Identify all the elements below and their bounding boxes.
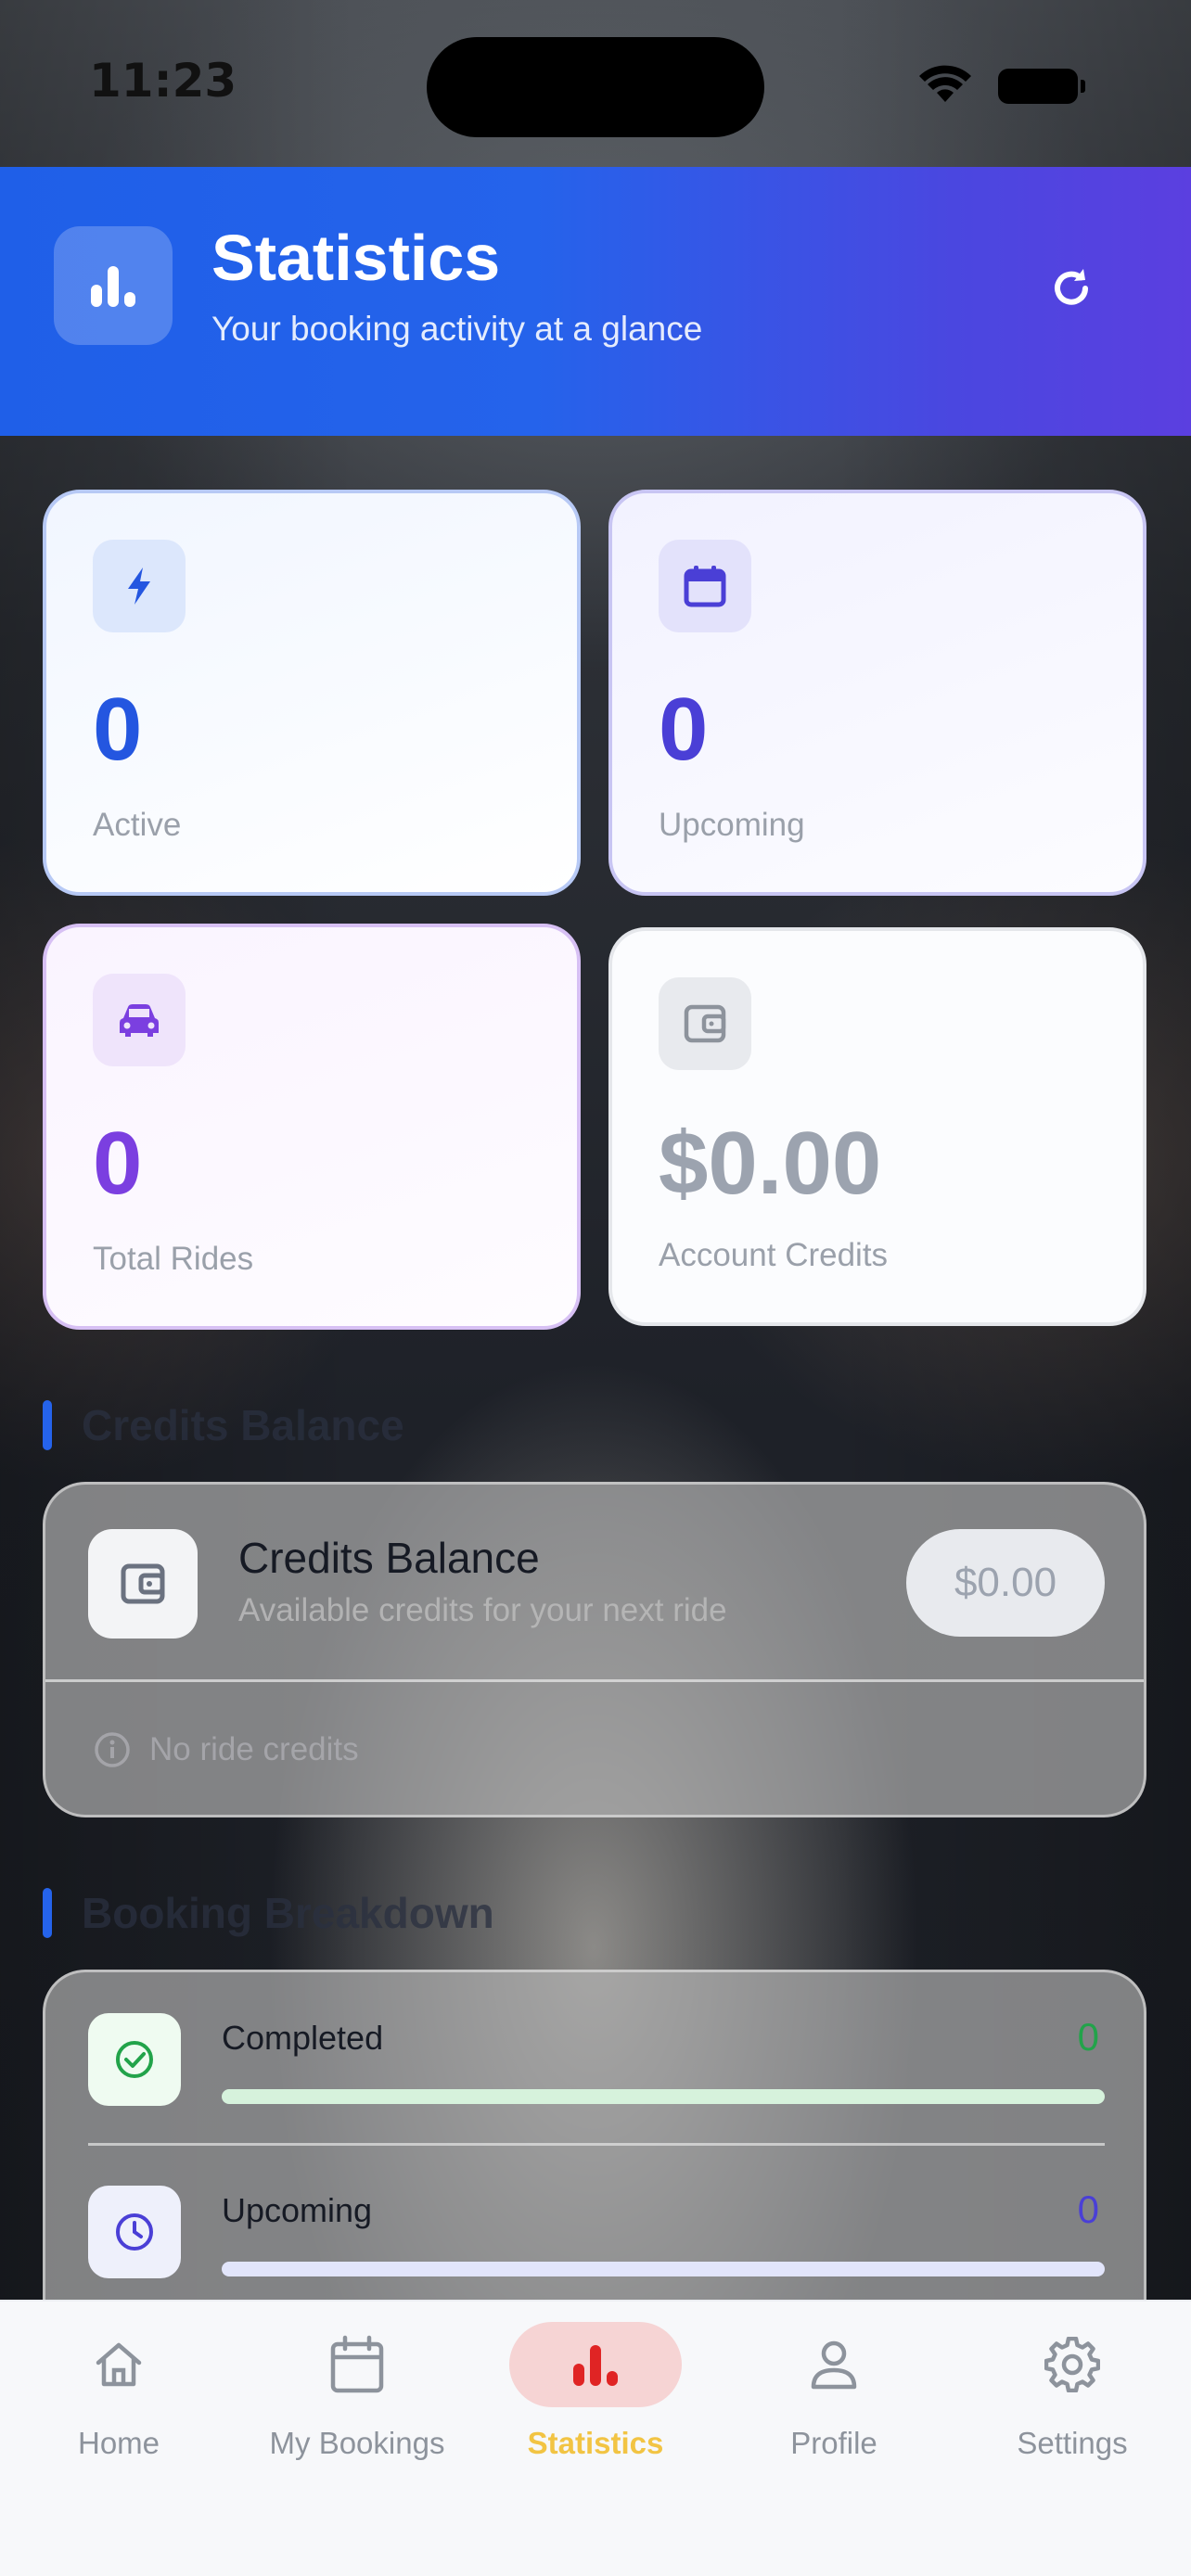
- clock-icon: [88, 2186, 181, 2278]
- tab-statistics[interactable]: Statistics: [477, 2302, 714, 2487]
- stat-label: Upcoming: [659, 807, 805, 843]
- bar-chart-icon: [54, 226, 173, 345]
- breakdown-count: 0: [1077, 2015, 1099, 2059]
- tab-label: My Bookings: [269, 2426, 445, 2460]
- breakdown-label: Completed: [222, 2019, 384, 2057]
- stat-value: 0: [93, 680, 143, 779]
- credits-card-subtitle: Available credits for your next ride: [238, 1592, 727, 1628]
- home-icon: [32, 2322, 205, 2407]
- tab-label: Statistics: [527, 2426, 664, 2460]
- status-bar: 11:23: [0, 0, 1191, 167]
- wallet-icon: [88, 1529, 198, 1639]
- stat-card-account-credits[interactable]: $0.00 Account Credits: [608, 927, 1146, 1326]
- stat-card-total-rides[interactable]: 0 Total Rides: [43, 924, 581, 1330]
- page-subtitle: Your booking activity at a glance: [211, 310, 703, 348]
- credits-note: No ride credits: [94, 1731, 359, 1768]
- wallet-icon: [659, 977, 751, 1070]
- section-header-breakdown: Booking Breakdown: [43, 1888, 494, 1938]
- progress-bar: [222, 2089, 1105, 2104]
- progress-bar: [222, 2262, 1105, 2276]
- section-header-credits: Credits Balance: [43, 1400, 404, 1450]
- stat-card-upcoming[interactable]: 0 Upcoming: [608, 490, 1146, 896]
- page-title: Statistics: [211, 222, 501, 294]
- credits-balance-card[interactable]: Credits Balance Available credits for yo…: [43, 1482, 1146, 1817]
- tab-label: Settings: [1017, 2426, 1128, 2460]
- divider: [45, 1679, 1144, 1682]
- dynamic-island: [427, 37, 764, 137]
- bar-chart-icon: [509, 2322, 682, 2407]
- section-accent-bar: [43, 1888, 52, 1938]
- section-accent-bar: [43, 1400, 52, 1450]
- tab-profile[interactable]: Profile: [715, 2302, 953, 2487]
- tab-my-bookings[interactable]: My Bookings: [238, 2302, 476, 2487]
- stat-value: 0: [93, 1114, 143, 1213]
- stat-label: Active: [93, 807, 182, 843]
- stat-label: Account Credits: [659, 1237, 889, 1273]
- lightning-icon: [93, 540, 186, 632]
- tab-settings[interactable]: Settings: [954, 2302, 1191, 2487]
- tab-label: Profile: [790, 2426, 877, 2460]
- breakdown-row-completed[interactable]: Completed 0: [45, 1972, 1144, 2146]
- person-icon: [748, 2322, 920, 2407]
- section-title: Booking Breakdown: [82, 1889, 494, 1937]
- battery-icon: [998, 69, 1085, 104]
- breakdown-label: Upcoming: [222, 2191, 373, 2229]
- calendar-icon: [271, 2322, 443, 2407]
- gear-icon: [986, 2322, 1159, 2407]
- credits-card-title: Credits Balance: [238, 1534, 540, 1582]
- credits-amount-badge: $0.00: [906, 1529, 1105, 1637]
- breakdown-count: 0: [1077, 2187, 1099, 2231]
- page-header: Statistics Your booking activity at a gl…: [0, 167, 1191, 436]
- tab-bar: Home My Bookings Statistics Profile Sett…: [0, 2300, 1191, 2576]
- breakdown-row-upcoming[interactable]: Upcoming 0: [45, 2145, 1144, 2312]
- credits-note-text: No ride credits: [149, 1731, 359, 1767]
- calendar-icon: [659, 540, 751, 632]
- stat-value: $0.00: [659, 1114, 882, 1213]
- stat-value: 0: [659, 680, 709, 779]
- stat-label: Total Rides: [93, 1241, 254, 1277]
- tab-home[interactable]: Home: [0, 2302, 237, 2487]
- info-icon: [95, 1732, 130, 1767]
- car-icon: [93, 974, 186, 1066]
- wifi-icon: [919, 65, 971, 102]
- check-circle-icon: [88, 2013, 181, 2106]
- tab-label: Home: [77, 2426, 160, 2460]
- section-title: Credits Balance: [82, 1401, 404, 1449]
- status-time: 11:23: [89, 54, 237, 108]
- refresh-button[interactable]: [1039, 256, 1104, 321]
- refresh-icon: [1055, 269, 1088, 305]
- stat-card-active[interactable]: 0 Active: [43, 490, 581, 896]
